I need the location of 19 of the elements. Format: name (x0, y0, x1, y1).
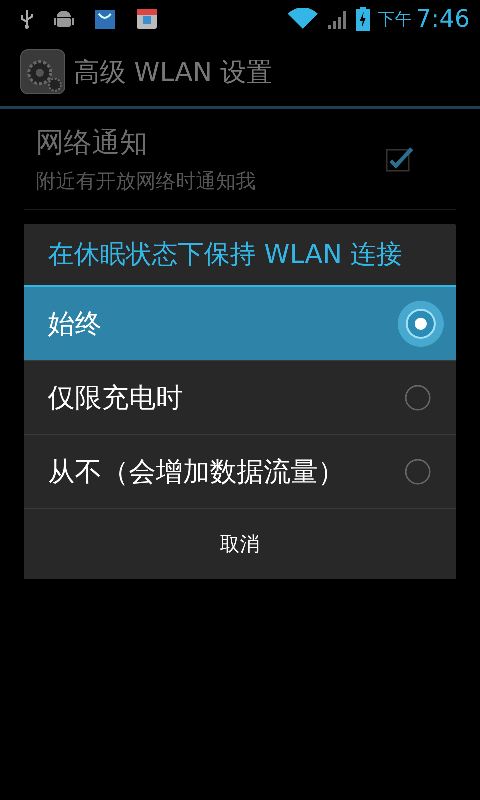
radio-icon (404, 384, 432, 412)
gear-icon (20, 49, 66, 95)
usb-icon (20, 9, 34, 29)
status-period: 下午 (378, 8, 412, 30)
android-icon (54, 8, 74, 30)
screen-title: 高级 WLAN 设置 (74, 56, 273, 90)
shopping-bag-icon (94, 8, 116, 30)
signal-icon (326, 8, 348, 30)
setting-summary: 附近有开放网络时通知我 (36, 168, 256, 194)
wifi-icon (288, 8, 318, 30)
app-store-icon (136, 8, 158, 30)
radio-icon (404, 458, 432, 486)
checkbox[interactable] (386, 146, 414, 172)
status-time: 7:46 (416, 5, 470, 33)
radio-option[interactable]: 仅限充电时 (24, 361, 456, 435)
battery-icon (356, 7, 370, 31)
radio-selected-icon (397, 300, 445, 348)
setting-title: 网络通知 (36, 124, 149, 160)
radio-option[interactable]: 始终 (24, 287, 456, 361)
